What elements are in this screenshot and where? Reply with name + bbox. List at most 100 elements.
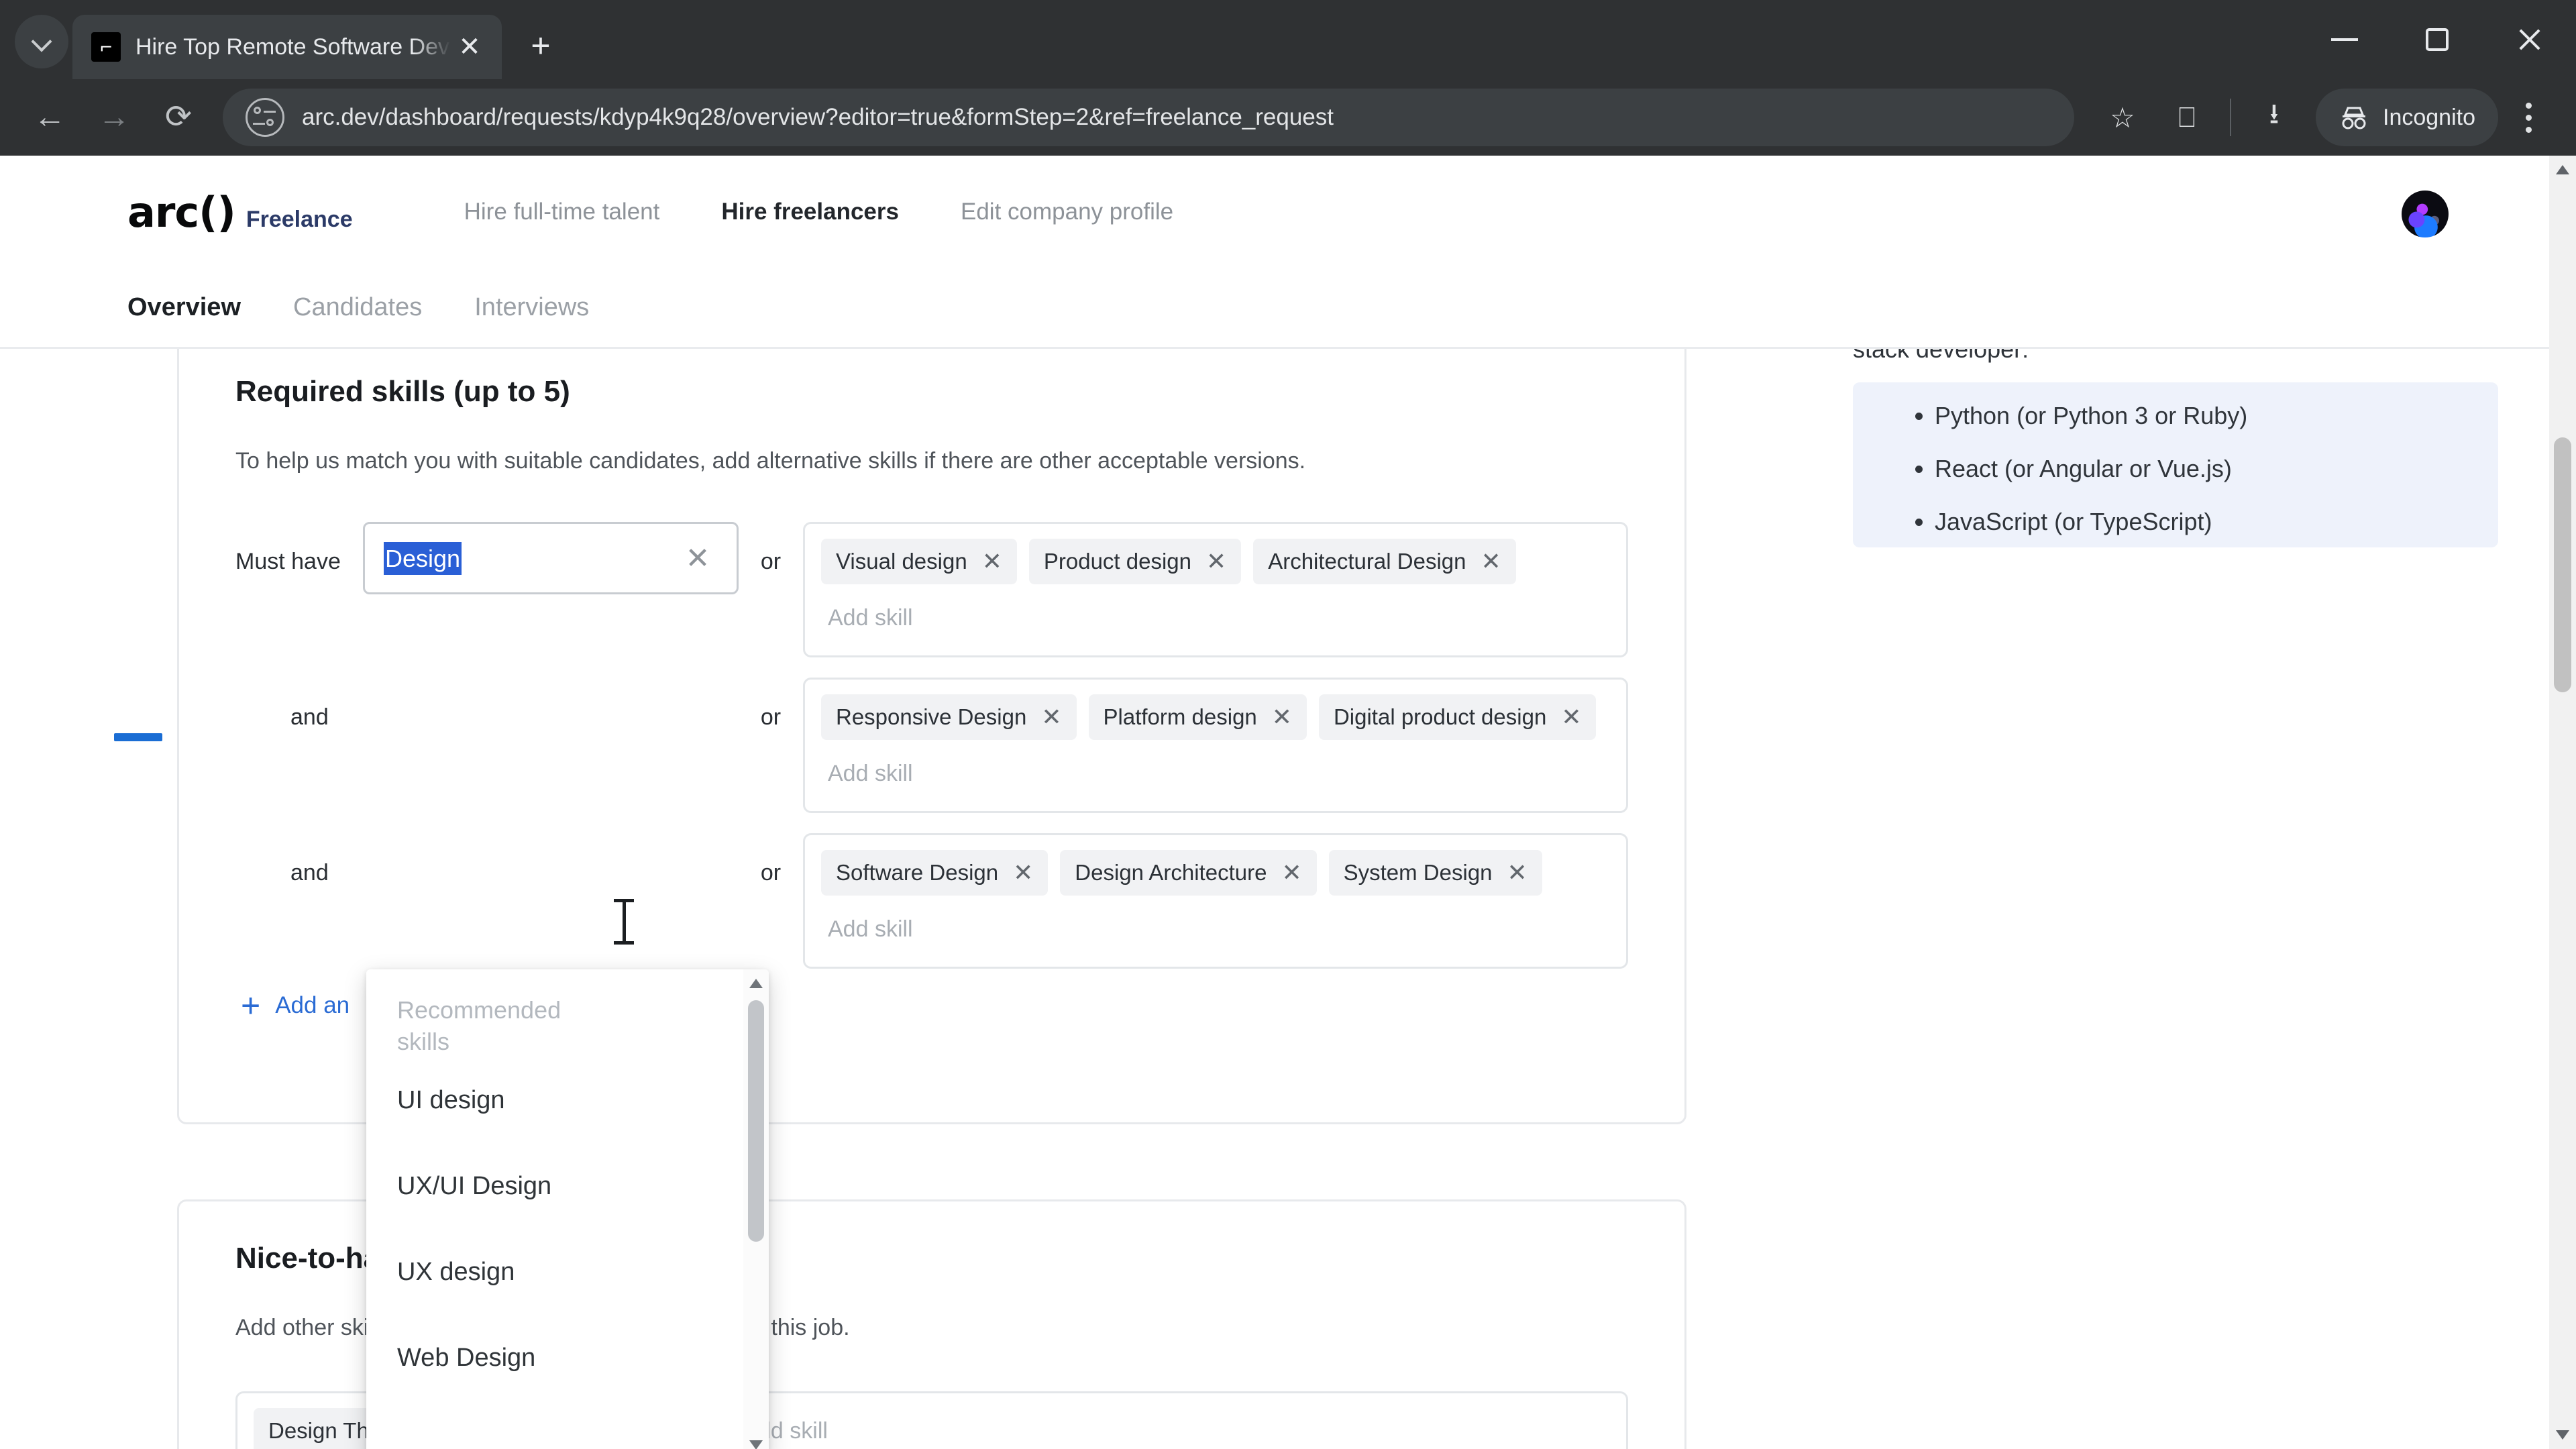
dropdown-scroll-thumb[interactable] (748, 1000, 764, 1242)
skill-chip[interactable]: Digital product design ✕ (1318, 694, 1597, 741)
brand-logo[interactable]: arc() Freelance (127, 188, 353, 237)
remove-chip-icon[interactable]: ✕ (982, 549, 1002, 574)
window-controls (2298, 0, 2576, 79)
avatar[interactable] (2402, 191, 2449, 237)
remove-chip-icon[interactable]: ✕ (1041, 705, 1061, 729)
tip-bullet: Python (or Python 3 or Ruby) (1935, 401, 2498, 430)
tip-bullet: React (or Angular or Vue.js) (1935, 454, 2498, 483)
remove-chip-icon[interactable]: ✕ (1481, 549, 1501, 574)
skill-row: and or Software Design ✕ Design Architec… (235, 833, 1628, 969)
skill-chip[interactable]: Design Architecture ✕ (1060, 850, 1317, 896)
incognito-icon (2342, 107, 2366, 129)
tab-title: Hire Top Remote Software Deve (136, 34, 451, 60)
skill-chip[interactable]: System Design ✕ (1328, 850, 1542, 896)
skill-search-input[interactable]: Design ✕ (363, 522, 739, 595)
add-skill-placeholder[interactable]: Add skill (821, 906, 920, 952)
skill-chip[interactable]: Visual design ✕ (821, 539, 1017, 585)
minimize-icon (2331, 38, 2358, 41)
add-another-skill-label: Add an (275, 992, 350, 1019)
tab-search-button[interactable] (15, 15, 68, 68)
row-label-and: and (290, 860, 329, 886)
dropdown-item-ux-ui-design[interactable]: UX/UI Design (366, 1144, 769, 1230)
forward-button[interactable]: → (82, 85, 146, 150)
tab-candidates[interactable]: Candidates (293, 293, 422, 322)
skill-chip-label: Visual design (836, 549, 967, 574)
tip-card: Python (or Python 3 or Ruby) React (or A… (1853, 382, 2498, 547)
row-conjunction-or: or (760, 704, 782, 731)
row-label-must-have: Must have (235, 549, 341, 575)
brand-subtitle: Freelance (246, 206, 353, 232)
bookmark-star-icon[interactable]: ☆ (2090, 85, 2155, 150)
extensions-icon[interactable]: ⎕ (2155, 85, 2219, 150)
skill-chips-box[interactable]: Responsive Design ✕ Platform design ✕ Di… (803, 678, 1628, 814)
skill-chip[interactable]: Product design ✕ (1028, 539, 1242, 585)
address-bar[interactable]: arc.dev/dashboard/requests/kdyp4k9q28/ov… (223, 89, 2074, 146)
remove-chip-icon[interactable]: ✕ (1206, 549, 1226, 574)
required-skills-description: To help us match you with suitable candi… (235, 448, 1306, 474)
browser-toolbar: ← → ⟳ arc.dev/dashboard/requests/kdyp4k9… (0, 79, 2576, 156)
nav-item-hire-full-time-talent[interactable]: Hire full-time talent (433, 199, 691, 225)
tab-overview[interactable]: Overview (127, 293, 241, 322)
reload-button[interactable]: ⟳ (146, 85, 211, 150)
close-icon[interactable]: ✕ (451, 28, 488, 66)
incognito-indicator[interactable]: Incognito (2316, 89, 2498, 146)
downloads-icon[interactable]: ⭳ (2242, 85, 2306, 150)
skill-chip-label: Software Design (836, 860, 999, 885)
skill-chip[interactable]: Responsive Design ✕ (821, 694, 1077, 741)
skill-chip-label: Design Architecture (1075, 860, 1267, 885)
close-window-button[interactable] (2483, 0, 2576, 79)
skill-chip[interactable]: Software Design ✕ (821, 850, 1049, 896)
dropdown-item-web-design[interactable]: Web Design (366, 1316, 769, 1401)
new-tab-button[interactable]: + (515, 20, 566, 71)
close-window-icon (2516, 26, 2543, 53)
skill-chip[interactable]: Architectural Design ✕ (1253, 539, 1516, 585)
page-scrollbar[interactable] (2549, 156, 2576, 1449)
nav-item-hire-freelancers[interactable]: Hire freelancers (690, 199, 930, 225)
chevron-down-icon (33, 33, 50, 50)
add-skill-placeholder[interactable]: Add skill (821, 595, 920, 641)
minimize-button[interactable] (2298, 0, 2391, 79)
maximize-icon (2426, 28, 2449, 51)
clear-input-icon[interactable]: ✕ (682, 544, 714, 576)
page-viewport: arc() Freelance Hire full-time talent Hi… (0, 156, 2576, 1449)
remove-chip-icon[interactable]: ✕ (1272, 705, 1292, 729)
skill-chip[interactable]: Platform design ✕ (1088, 694, 1307, 741)
brand-mark: arc() (127, 187, 236, 237)
favicon-glyph: ⌐ (99, 36, 112, 57)
toolbar-divider (2230, 99, 2231, 136)
dropdown-item-ux-design[interactable]: UX design (366, 1230, 769, 1316)
skill-search-input-wrap: Design ✕ (363, 522, 739, 595)
skill-rows: Must have Design ✕ or Visual design ✕ Pr… (235, 522, 1628, 969)
remove-chip-icon[interactable]: ✕ (1281, 861, 1301, 885)
nav-item-edit-company-profile[interactable]: Edit company profile (930, 199, 1204, 225)
scroll-up-icon[interactable] (749, 979, 763, 988)
scroll-down-icon[interactable] (749, 1440, 763, 1449)
back-button[interactable]: ← (17, 85, 82, 150)
remove-chip-icon[interactable]: ✕ (1561, 705, 1581, 729)
scroll-up-icon[interactable] (2556, 165, 2569, 174)
tab-interviews[interactable]: Interviews (474, 293, 589, 322)
browser-window: ⌐ Hire Top Remote Software Deve ✕ + ← → … (0, 0, 2576, 1449)
web-page: arc() Freelance Hire full-time talent Hi… (0, 156, 2549, 1449)
site-settings-icon[interactable] (246, 98, 284, 137)
maximize-button[interactable] (2391, 0, 2483, 79)
incognito-label: Incognito (2383, 104, 2475, 130)
skill-autocomplete-dropdown: Recommended skills UI design UX/UI Desig… (366, 969, 769, 1449)
browser-tabstrip: ⌐ Hire Top Remote Software Deve ✕ + (0, 0, 2576, 79)
remove-chip-icon[interactable]: ✕ (1507, 861, 1527, 885)
remove-chip-icon[interactable]: ✕ (1013, 861, 1033, 885)
skill-chips-box[interactable]: Software Design ✕ Design Architecture ✕ … (803, 833, 1628, 969)
skill-row: and or Responsive Design ✕ Platform desi… (235, 678, 1628, 814)
dropdown-scrollbar[interactable] (743, 969, 769, 1449)
tip-bullet: JavaScript (or TypeScript) (1935, 507, 2498, 536)
add-skill-placeholder[interactable]: Add skill (821, 751, 920, 796)
browser-tab[interactable]: ⌐ Hire Top Remote Software Deve ✕ (72, 15, 502, 79)
page-tabs: Overview Candidates Interviews (0, 268, 2549, 349)
skill-search-input-value: Design (384, 541, 462, 575)
skill-chips-box[interactable]: Visual design ✕ Product design ✕ Archite… (803, 522, 1628, 658)
skill-chip-label: Platform design (1103, 704, 1257, 730)
dropdown-item-ui-design[interactable]: UI design (366, 1058, 769, 1144)
page-scroll-thumb[interactable] (2554, 437, 2571, 692)
scroll-down-icon[interactable] (2556, 1430, 2569, 1440)
browser-menu-button[interactable] (2498, 85, 2559, 150)
